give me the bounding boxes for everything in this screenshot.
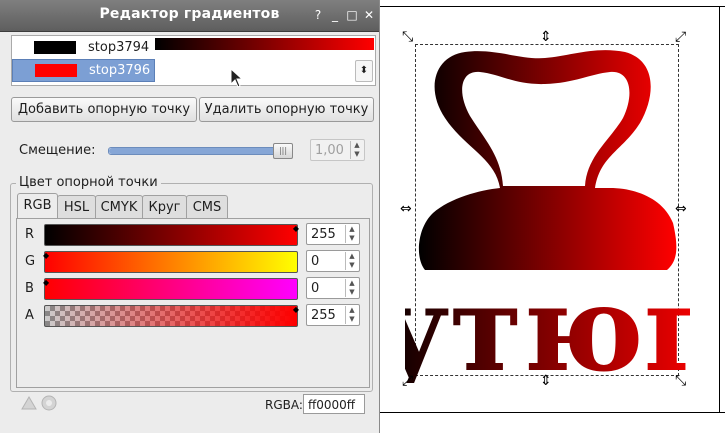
gradient-editor-dialog: Редактор градиентов ? _ □ ✕ stop3794 sto…: [0, 0, 380, 433]
slider-marker-icon[interactable]: ◆: [43, 251, 49, 260]
stop-label: stop3796: [89, 63, 151, 78]
tab-hsl[interactable]: HSL: [57, 195, 96, 219]
stop-item-selected[interactable]: stop3796: [12, 59, 155, 82]
spin-arrows-icon[interactable]: ▲ ▼: [345, 279, 358, 297]
gradient-preview: [155, 38, 374, 50]
delete-stop-button[interactable]: Удалить опорную точку: [199, 97, 374, 122]
tab-cmyk[interactable]: CMYK: [95, 195, 143, 219]
tab-cms[interactable]: CMS: [186, 195, 228, 219]
spin-arrows-icon[interactable]: ▲ ▼: [350, 141, 363, 159]
scale-handle-w-icon[interactable]: ⇔: [400, 202, 412, 216]
offset-value: 1,00: [315, 143, 344, 158]
close-icon[interactable]: ✕: [362, 8, 376, 22]
rgba-input[interactable]: ff0000ff: [303, 394, 365, 414]
iron-text: утюг: [405, 259, 690, 383]
scale-handle-e-icon[interactable]: ⇔: [675, 202, 687, 216]
minimize-icon[interactable]: _: [328, 8, 342, 22]
red-spinbutton[interactable]: 255 ▲ ▼: [306, 223, 360, 245]
offset-spinbutton[interactable]: 1,00 ▲ ▼: [310, 139, 365, 161]
channel-label-r: R: [25, 227, 35, 242]
alpha-slider[interactable]: ◆: [44, 305, 299, 327]
out-of-gamut-icon[interactable]: [40, 394, 58, 412]
scale-handle-se-icon[interactable]: ⤡: [675, 374, 686, 388]
red-slider[interactable]: ◆: [44, 224, 299, 246]
slider-marker-icon[interactable]: ◆: [293, 305, 299, 314]
spin-arrows-icon[interactable]: ▲ ▼: [345, 252, 358, 270]
tab-rgb[interactable]: RGB: [17, 193, 58, 219]
offset-slider-fill: [109, 148, 291, 154]
help-icon[interactable]: ?: [311, 8, 325, 22]
color-managed-icon[interactable]: [20, 395, 38, 411]
stop-swatch: [35, 64, 77, 77]
title-bar[interactable]: Редактор градиентов ? _ □ ✕: [0, 0, 379, 32]
blue-slider[interactable]: ◆: [43, 278, 298, 300]
spin-arrows-icon[interactable]: ▲ ▼: [345, 306, 358, 324]
cursor-icon: [230, 68, 244, 88]
scale-handle-sw-icon[interactable]: ⤢: [402, 374, 413, 388]
green-slider[interactable]: ◆: [43, 251, 298, 273]
scale-handle-ne-icon[interactable]: ⤢: [675, 30, 686, 44]
stop-label: stop3794: [88, 40, 150, 55]
spin-arrows-icon[interactable]: ▲ ▼: [345, 225, 358, 243]
page-border: [719, 6, 720, 412]
iron-shape: [418, 50, 677, 270]
iron-artwork[interactable]: утюг: [405, 38, 690, 383]
green-spinbutton[interactable]: 0 ▲ ▼: [306, 250, 360, 272]
rgba-label: RGBA:: [265, 398, 303, 412]
stop-item[interactable]: stop3794: [12, 37, 153, 58]
channel-label-a: A: [25, 308, 34, 323]
slider-marker-icon[interactable]: ◆: [293, 224, 299, 233]
scale-handle-nw-icon[interactable]: ⤡: [402, 30, 413, 44]
stop-color-title: Цвет опорной точки: [16, 175, 161, 190]
blue-value: 0: [311, 281, 320, 296]
offset-slider[interactable]: |||: [108, 143, 293, 159]
green-value: 0: [311, 254, 320, 269]
blue-spinbutton[interactable]: 0 ▲ ▼: [306, 277, 360, 299]
stop-swatch: [34, 41, 76, 54]
slider-marker-icon[interactable]: ◆: [43, 278, 49, 287]
combo-arrows-icon[interactable]: ⬍: [355, 60, 373, 82]
channel-label-g: G: [25, 254, 36, 269]
alpha-spinbutton[interactable]: 255 ▲ ▼: [306, 304, 360, 326]
offset-label: Смещение:: [19, 143, 96, 158]
channel-label-b: B: [25, 281, 34, 296]
scale-handle-n-icon[interactable]: ⇕: [540, 30, 552, 44]
alpha-value: 255: [311, 308, 336, 323]
maximize-icon[interactable]: □: [345, 8, 359, 22]
scale-handle-s-icon[interactable]: ⇕: [540, 374, 552, 388]
stop-selector[interactable]: stop3794 stop3796 ⬍: [11, 35, 376, 88]
offset-slider-thumb[interactable]: |||: [273, 143, 293, 159]
page-border: [380, 6, 725, 7]
add-stop-button[interactable]: Добавить опорную точку: [11, 97, 197, 122]
red-value: 255: [311, 227, 336, 242]
tab-wheel[interactable]: Круг: [142, 195, 187, 219]
page-border: [380, 412, 725, 413]
